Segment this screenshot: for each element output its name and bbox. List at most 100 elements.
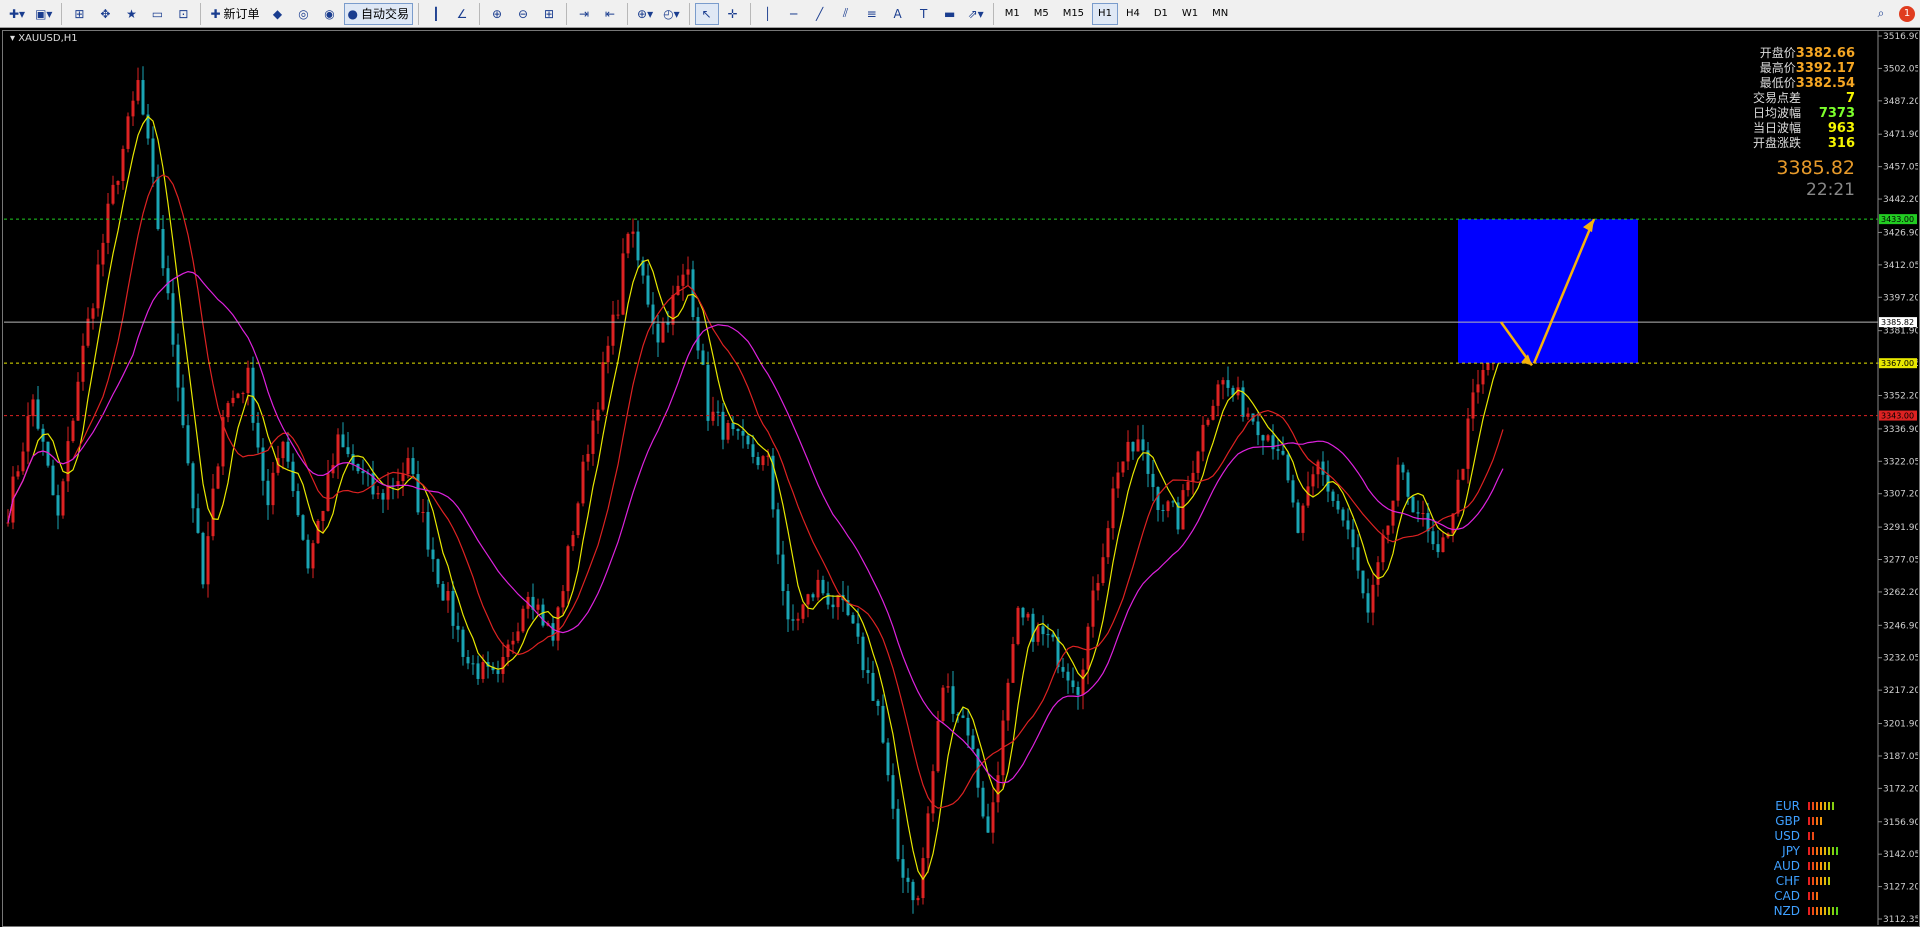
candle-body [1376, 562, 1380, 585]
new-order-button[interactable]: ✚ 新订单 [206, 3, 263, 25]
currency-row-cad: CAD [1760, 888, 1840, 903]
data-window-icon[interactable]: ✥ [93, 3, 117, 25]
zoom-out-icon[interactable]: ⊖ [511, 3, 535, 25]
timeframe-d1-button[interactable]: D1 [1148, 3, 1174, 25]
indicators-button[interactable]: ⊕▾ [633, 3, 657, 25]
terminal-icon[interactable]: ▭ [145, 3, 169, 25]
channels-icon[interactable]: ⫽ [834, 3, 858, 25]
market-watch-icon[interactable]: ⊞ [67, 3, 91, 25]
candle-body [606, 345, 610, 363]
candle-body [1266, 435, 1270, 441]
price-chart[interactable]: 3516.90 3502.05 3487.20 3471.90 3457.05 3442.… [4, 30, 1918, 925]
timeframe-mn-button[interactable]: MN [1206, 3, 1234, 25]
cursor-icon[interactable]: ↖ [694, 2, 719, 25]
navigator-icon[interactable]: ★ [119, 3, 143, 25]
candle-body [376, 493, 380, 495]
signals-icon[interactable]: ◎ [292, 3, 316, 25]
candle-body [541, 604, 545, 626]
candle-body [421, 511, 425, 513]
crosshair-icon[interactable]: ✛ [721, 3, 745, 25]
info-value: 3392.17 [1795, 61, 1855, 76]
candle-body [336, 434, 340, 466]
profiles-button[interactable]: ▣▾ [31, 3, 56, 25]
axis-tick-label: 3112.35 [1883, 915, 1918, 925]
fibonacci-icon[interactable]: ≡ [860, 3, 884, 25]
candle-body [1281, 450, 1285, 455]
chart-shift-icon[interactable]: ⇤ [598, 3, 622, 25]
candle-body [1046, 634, 1050, 636]
candle-body [1106, 528, 1110, 558]
info-value: 3382.54 [1795, 76, 1855, 91]
candle-body [1356, 547, 1360, 571]
toolbar-separator [61, 2, 63, 25]
metaeditor-icon[interactable]: ◆ [266, 3, 290, 25]
auto-trading-button[interactable]: ● 自动交易 [343, 2, 414, 25]
timeframe-m1-button[interactable]: M1 [999, 3, 1026, 25]
text-label-icon[interactable]: T [912, 3, 936, 25]
text-icon[interactable]: A [886, 3, 910, 25]
candle-body [726, 422, 730, 440]
strength-bar [1816, 906, 1818, 915]
candle-body [856, 623, 860, 637]
notification-icon[interactable]: 1 [1895, 3, 1919, 25]
candle-body [96, 264, 100, 309]
currency-name: GBP [1775, 813, 1800, 828]
timeframe-m15-button[interactable]: M15 [1057, 3, 1090, 25]
candle-body [281, 441, 285, 459]
candle-body [176, 344, 180, 388]
bar-chart-icon[interactable]: ┃ [424, 3, 448, 25]
notification-badge: 1 [1899, 5, 1915, 22]
rectangle-icon[interactable]: ▬ [938, 3, 962, 25]
candle-body [1421, 513, 1425, 515]
strength-bar [1832, 846, 1834, 855]
timeframe-m5-button[interactable]: M5 [1028, 3, 1055, 25]
community-icon[interactable]: ◉ [318, 3, 342, 25]
axis-tick-label: 3397.20 [1883, 293, 1918, 303]
candle-body [1196, 451, 1200, 473]
candle-body [941, 687, 945, 721]
timeframe-h4-button[interactable]: H4 [1120, 3, 1146, 25]
arrows-icon[interactable]: ⇗▾ [964, 3, 988, 25]
main-toolbar: ✚▾ ▣▾ ⊞ ✥ ★ ▭ ⊡ ✚ 新订单 ◆ ◎ ◉ ● 自动交易 ┃ ∠ ⊕ ⊖… [0, 0, 1920, 28]
horizontal-line-icon[interactable]: ─ [782, 3, 806, 25]
strength-bar [1828, 801, 1830, 810]
search-icon[interactable]: ⌕ [1869, 3, 1893, 25]
candle-body [1256, 421, 1260, 436]
strength-bar [1816, 801, 1818, 810]
periods-button[interactable]: ◴▾ [659, 3, 684, 25]
timeframe-h1-button[interactable]: H1 [1092, 2, 1118, 25]
axis-tick-label: 3307.20 [1883, 490, 1918, 500]
candle-body [1436, 544, 1440, 553]
axis-tick-label: 3217.20 [1883, 686, 1918, 696]
strength-bar [1828, 906, 1830, 915]
trendline-icon[interactable]: ╱ [808, 3, 832, 25]
collapse-arrow-icon[interactable]: ▾ [10, 33, 18, 44]
auto-scroll-icon[interactable]: ⇥ [572, 3, 596, 25]
strength-bar [1820, 876, 1822, 885]
tile-windows-icon[interactable]: ⊞ [537, 3, 561, 25]
currency-row-aud: AUD [1760, 858, 1840, 873]
candle-body [141, 80, 145, 115]
axis-tick-label: 3187.05 [1883, 752, 1918, 762]
currency-row-eur: EUR [1760, 798, 1840, 813]
vertical-line-icon[interactable]: │ [756, 3, 780, 25]
candle-body [151, 138, 155, 177]
candle-body [321, 510, 325, 521]
zoom-in-icon[interactable]: ⊕ [485, 3, 509, 25]
chart-symbol-title: ▾ XAUUSD,H1 [10, 33, 78, 44]
new-chart-button[interactable]: ✚▾ [5, 3, 29, 25]
candle-body [711, 411, 715, 421]
axis-tick-label: 3262.20 [1883, 588, 1918, 598]
line-chart-icon[interactable]: ∠ [450, 3, 474, 25]
timeframe-w1-button[interactable]: W1 [1176, 3, 1204, 25]
candle-body [626, 233, 630, 254]
candle-body [326, 473, 330, 511]
candle-body [1341, 509, 1345, 521]
info-label: 日均波幅 [1752, 106, 1801, 120]
toolbar-separator [418, 2, 420, 25]
candle-body [736, 429, 740, 432]
strategy-tester-icon[interactable]: ⊡ [171, 3, 195, 25]
candle-body [946, 686, 950, 688]
candle-body [536, 604, 540, 610]
candle-body [211, 488, 215, 537]
